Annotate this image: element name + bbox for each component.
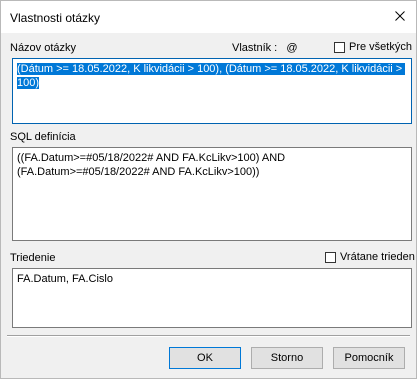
help-button[interactable]: Pomocník xyxy=(333,347,405,369)
for-all-label: Pre všetkých xyxy=(349,41,412,53)
title-bar: Vlastnosti otázky xyxy=(1,1,416,33)
sql-definition-label: SQL definícia xyxy=(10,131,76,143)
including-sort-checkbox-box[interactable] xyxy=(325,251,336,263)
including-sort-label: Vrátane trieden xyxy=(340,251,415,263)
ok-button[interactable]: OK xyxy=(169,347,241,369)
query-name-value: (Dátum >= 18.05.2022, K likvidácii > 100… xyxy=(17,63,406,89)
sql-definition-field[interactable]: ((FA.Datum>=#05/18/2022# AND FA.KcLikv>1… xyxy=(12,147,412,241)
sort-value: FA.Datum, FA.Cislo xyxy=(17,273,113,285)
sort-field[interactable]: FA.Datum, FA.Cislo xyxy=(12,268,412,328)
owner-value: @ xyxy=(286,42,298,54)
including-sort-checkbox[interactable]: Vrátane trieden xyxy=(325,251,415,263)
footer-separator xyxy=(7,335,410,337)
for-all-checkbox-box[interactable] xyxy=(334,41,345,53)
close-icon xyxy=(395,11,405,21)
query-properties-dialog: Vlastnosti otázky Názov otázky Vlastník … xyxy=(0,0,417,379)
owner-label-text: Vlastník : xyxy=(232,42,278,54)
close-button[interactable] xyxy=(388,5,412,27)
sort-label: Triedenie xyxy=(10,252,56,264)
owner-label: Vlastník : @ xyxy=(232,42,297,54)
sql-definition-value: ((FA.Datum>=#05/18/2022# AND FA.KcLikv>1… xyxy=(17,152,289,178)
query-name-label: Názov otázky xyxy=(10,42,77,54)
cancel-button[interactable]: Storno xyxy=(251,347,323,369)
window-title: Vlastnosti otázky xyxy=(10,11,101,25)
for-all-checkbox[interactable]: Pre všetkých xyxy=(334,41,412,53)
query-name-field[interactable]: (Dátum >= 18.05.2022, K likvidácii > 100… xyxy=(12,58,412,124)
